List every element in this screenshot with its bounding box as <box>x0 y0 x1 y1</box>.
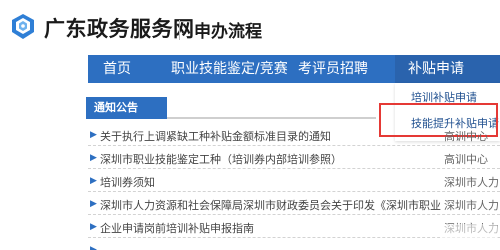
notice-title[interactable]: 企业申请岗前培训补贴申报指南 <box>100 220 254 236</box>
notice-title[interactable]: 培训券须知 <box>100 174 155 190</box>
list-item[interactable]: ▶ 培训券须知 深圳市人力 <box>88 173 500 192</box>
notices-panel-header: 通知公告 <box>86 97 376 119</box>
nav-item-examiner-recruit[interactable]: 考评员招聘 <box>298 55 368 83</box>
notice-title[interactable]: 深圳市职业技能鉴定工种（培训券内部培训参照） <box>100 151 342 167</box>
nav-item-skill-appraisal[interactable]: 职业技能鉴定/竞赛 <box>171 55 288 83</box>
notice-title[interactable]: 深圳市人力资源和社会保障局深圳市财政委员会关于印发《深圳市职业 <box>100 197 441 213</box>
nav-item-home[interactable]: 首页 <box>103 55 131 83</box>
notice-source: 高训中心 <box>444 153 488 166</box>
triangle-bullet-icon: ▶ <box>90 176 97 186</box>
triangle-bullet-icon: ▶ <box>90 130 97 140</box>
triangle-bullet-icon: ▶ <box>90 153 97 163</box>
list-item[interactable]: ▶ <box>88 242 500 250</box>
list-item[interactable]: ▶ 企业申请岗前培训补贴申报指南 深圳市人力 <box>88 219 500 238</box>
site-title[interactable]: 广东政务服务网 <box>44 13 195 43</box>
guangdong-gov-logo-icon[interactable] <box>8 12 38 42</box>
notice-source: 深圳市人力 <box>444 176 499 189</box>
notice-source: 高训中心 <box>444 130 488 143</box>
main-nav: 首页 职业技能鉴定/竞赛 考评员招聘 补贴申请 <box>88 55 500 83</box>
notices-tab[interactable]: 通知公告 <box>86 97 167 119</box>
notice-title[interactable]: 关于执行上调紧缺工种补贴金额标准目录的通知 <box>100 128 331 144</box>
list-item[interactable]: ▶ 关于执行上调紧缺工种补贴金额标准目录的通知 高训中心 <box>88 127 500 146</box>
site-header: 广东政务服务网 申办流程 <box>0 0 500 55</box>
watermark-overlay <box>440 224 498 244</box>
header-divider <box>179 20 180 40</box>
list-item[interactable]: ▶ 深圳市人力资源和社会保障局深圳市财政委员会关于印发《深圳市职业 深圳市人力 <box>88 196 500 215</box>
page-title: 申办流程 <box>194 22 262 42</box>
triangle-bullet-icon: ▶ <box>90 222 97 232</box>
triangle-bullet-icon: ▶ <box>90 199 97 209</box>
list-item[interactable]: ▶ 深圳市职业技能鉴定工种（培训券内部培训参照） 高训中心 <box>88 150 500 169</box>
triangle-bullet-icon: ▶ <box>90 245 97 250</box>
notice-source: 深圳市人力 <box>444 199 499 212</box>
nav-item-subsidy[interactable]: 补贴申请 <box>395 55 500 83</box>
